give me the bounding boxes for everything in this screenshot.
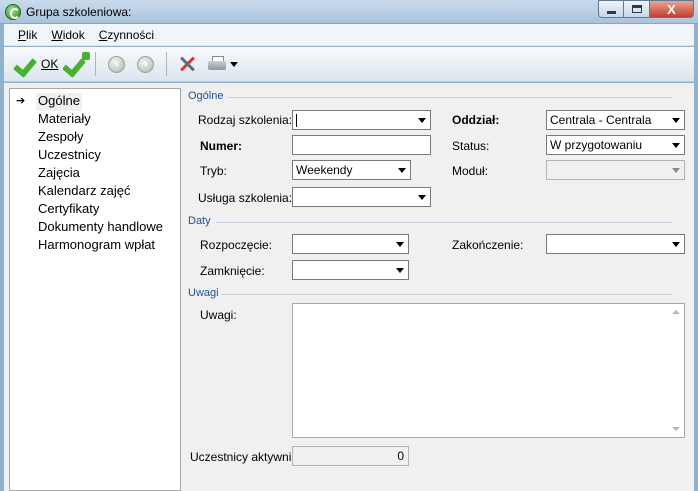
rozpoczecie-dropdown-button[interactable] xyxy=(392,235,408,253)
chevron-down-icon xyxy=(418,194,426,200)
section-notes-title: Uwagi xyxy=(188,287,219,299)
text-cursor xyxy=(296,114,297,127)
ok-label: OK xyxy=(41,57,59,71)
details-panel: Ogólne Rodzaj szkolenia: Numer: Tryb: We… xyxy=(186,88,694,491)
chevron-down-icon xyxy=(398,167,406,173)
minimize-button[interactable] xyxy=(598,0,624,18)
chevron-down-icon xyxy=(672,241,680,247)
modul-dropdown-button xyxy=(668,161,684,179)
zakonczenie-date-picker[interactable] xyxy=(546,234,685,254)
toolbar-separator xyxy=(166,52,168,76)
modul-combo xyxy=(546,160,685,180)
checkmark-icon xyxy=(15,53,37,75)
ok-button[interactable]: OK xyxy=(12,50,61,78)
window-title: Grupa szkoleniowa: xyxy=(26,5,132,19)
app-icon xyxy=(5,4,21,20)
title-bar: Grupa szkoleniowa: X xyxy=(0,0,698,24)
section-general-title: Ogólne xyxy=(188,90,224,102)
next-icon[interactable]: › xyxy=(137,55,155,73)
modul-label: Moduł: xyxy=(452,164,489,178)
nav-item-dokumenty[interactable]: Dokumenty handlowe xyxy=(38,219,163,237)
previous-icon[interactable]: ‹ xyxy=(108,55,126,73)
section-divider xyxy=(228,97,672,98)
numer-input[interactable] xyxy=(292,135,431,155)
uwagi-scrollbar[interactable] xyxy=(668,304,684,437)
zamkniecie-date-picker[interactable] xyxy=(292,260,409,280)
selected-arrow-icon: ➔ xyxy=(16,95,26,107)
main-area: ➔ Ogólne Materiały Zespoły Uczestnicy Za… xyxy=(4,83,694,491)
minimize-icon xyxy=(606,10,616,14)
maximize-icon xyxy=(631,5,642,13)
nav-item-zespoly[interactable]: Zespoły xyxy=(38,129,84,147)
toolbar-separator xyxy=(95,52,97,76)
chevron-down-icon xyxy=(418,117,426,123)
chevron-down-icon xyxy=(672,117,680,123)
nav-item-harmonogram[interactable]: Harmonogram wpłat xyxy=(38,237,155,255)
section-dates-title: Daty xyxy=(188,215,211,227)
nav-item-certyfikaty[interactable]: Certyfikaty xyxy=(38,201,99,219)
status-combo[interactable]: W przygotowaniu xyxy=(546,135,685,155)
print-button[interactable] xyxy=(201,50,241,78)
maximize-button[interactable] xyxy=(624,0,650,18)
menu-widok[interactable]: Widok xyxy=(51,28,84,42)
navigation-list: ➔ Ogólne Materiały Zespoły Uczestnicy Za… xyxy=(9,88,181,491)
rodzaj-combo[interactable] xyxy=(292,110,431,130)
uwagi-textarea[interactable] xyxy=(292,303,685,438)
printer-icon xyxy=(208,56,227,72)
section-divider xyxy=(216,222,672,223)
chevron-down-icon xyxy=(396,241,404,247)
chevron-down-icon xyxy=(672,167,680,173)
nav-item-uczestnicy[interactable]: Uczestnicy xyxy=(38,147,101,165)
window-controls: X xyxy=(598,0,694,18)
nav-item-zajecia[interactable]: Zajęcia xyxy=(38,165,80,183)
chevron-down-icon xyxy=(230,61,239,67)
uwagi-label: Uwagi: xyxy=(200,308,237,322)
chevron-down-icon xyxy=(672,142,680,148)
zamkniecie-dropdown-button[interactable] xyxy=(392,261,408,279)
oddzial-combo[interactable]: Centrala - Centrala xyxy=(546,110,685,130)
oddzial-dropdown-button[interactable] xyxy=(668,111,684,129)
scroll-down-icon xyxy=(672,427,680,431)
usluga-label: Usługa szkolenia: xyxy=(198,191,293,205)
uczestnicy-aktywni-value: 0 xyxy=(292,446,409,466)
close-button[interactable]: X xyxy=(650,0,694,18)
numer-label: Numer: xyxy=(200,139,243,153)
chevron-down-icon xyxy=(396,267,404,273)
nav-item-ogolne[interactable]: Ogólne xyxy=(36,93,82,111)
checkmark-save-icon xyxy=(64,52,91,75)
zakonczenie-dropdown-button[interactable] xyxy=(668,235,684,253)
tryb-combo[interactable]: Weekendy xyxy=(292,160,411,180)
zamkniecie-label: Zamknięcie: xyxy=(200,264,265,278)
usluga-combo[interactable] xyxy=(292,187,431,207)
nav-item-materialy[interactable]: Materiały xyxy=(38,111,91,129)
menu-plik[interactable]: Plik xyxy=(18,28,37,42)
usluga-dropdown-button[interactable] xyxy=(414,188,430,206)
rodzaj-label: Rodzaj szkolenia: xyxy=(198,113,293,127)
menu-bar: Plik Widok Czynności xyxy=(4,24,694,46)
menu-czynnosci[interactable]: Czynności xyxy=(99,28,154,42)
close-icon: X xyxy=(667,1,676,17)
tryb-label: Tryb: xyxy=(200,164,227,178)
uczestnicy-aktywni-label: Uczestnicy aktywni: xyxy=(190,450,295,464)
tryb-dropdown-button[interactable] xyxy=(394,161,410,179)
toolbar: OK ‹ › xyxy=(4,47,694,82)
rozpoczecie-date-picker[interactable] xyxy=(292,234,409,254)
rozpoczecie-label: Rozpoczęcie: xyxy=(200,238,273,252)
rodzaj-dropdown-button[interactable] xyxy=(414,111,430,129)
nav-item-kalendarz[interactable]: Kalendarz zajęć xyxy=(38,183,131,201)
scroll-up-icon xyxy=(672,310,680,314)
status-label: Status: xyxy=(452,139,490,153)
zakonczenie-label: Zakończenie: xyxy=(452,238,524,252)
oddzial-label: Oddział: xyxy=(452,113,500,127)
status-dropdown-button[interactable] xyxy=(668,136,684,154)
save-apply-button[interactable] xyxy=(61,50,91,78)
tools-icon[interactable] xyxy=(177,54,197,74)
section-divider xyxy=(222,294,672,295)
